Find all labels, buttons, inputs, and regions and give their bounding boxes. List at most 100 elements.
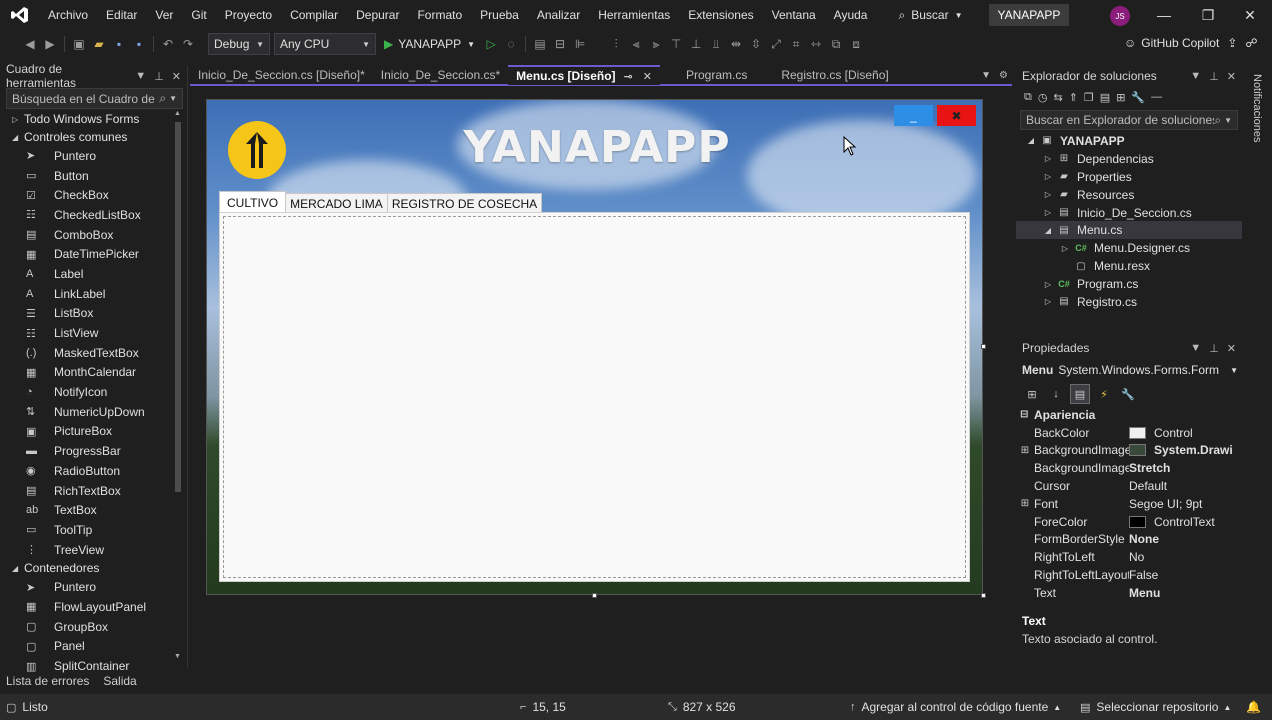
toolbox-scrollbar[interactable]: ▲ ▼ (174, 110, 182, 660)
close-icon[interactable]: ✕ (1227, 342, 1236, 355)
menu-item-ventana[interactable]: Ventana (763, 0, 825, 30)
solution-tree-item[interactable]: ▷ ▰ Properties (1016, 168, 1242, 186)
toolbox-item[interactable]: ➤ Puntero (0, 577, 172, 597)
property-row[interactable]: BackgroundImage Stretch (1016, 459, 1242, 477)
tab-list-dropdown-icon[interactable]: ▼ (981, 70, 991, 81)
bring-to-front-icon[interactable]: ⧉ (826, 34, 846, 54)
close-icon[interactable]: ✕ (172, 70, 181, 83)
bottom-tab[interactable]: Lista de errores (6, 674, 89, 688)
form-preview-menu[interactable]: YANAPAPP _ ✖ CULTIVO MERCADO LIMA REGISTRO… (206, 99, 983, 595)
resize-handle-bottom[interactable] (592, 593, 597, 598)
navigate-forward-icon[interactable]: ▶ (40, 34, 60, 54)
caret-expanded-icon[interactable]: ◢ (12, 564, 24, 573)
caret-collapsed-icon[interactable]: ▷ (1041, 208, 1055, 217)
bottom-tab[interactable]: Salida (103, 674, 136, 688)
toolbox-item[interactable]: ▭ Button (0, 166, 172, 186)
caret-expanded-icon[interactable]: ◢ (12, 133, 24, 142)
toolbox-item[interactable]: ☷ ListView (0, 323, 172, 343)
document-tab[interactable]: Program.cs (678, 65, 755, 85)
pin-icon[interactable]: ⊥ (1209, 342, 1219, 355)
pin-icon[interactable]: ⊸ (624, 70, 633, 83)
caret-collapsed-icon[interactable]: ▷ (1041, 280, 1055, 289)
object-selector-dropdown[interactable]: Menu System.Windows.Forms.Form ▼ (1020, 360, 1238, 380)
collapse-all-icon[interactable]: ⇑ (1069, 91, 1078, 104)
property-value[interactable]: ControlText (1129, 515, 1242, 529)
align-lefts-icon[interactable]: ⫶ (606, 34, 626, 54)
pin-icon[interactable]: ⊥ (1209, 70, 1219, 83)
visual-studio-logo-icon[interactable] (9, 4, 31, 26)
caret-collapsed-icon[interactable]: ▷ (1041, 190, 1055, 199)
filter-icon[interactable]: ⊞ (1116, 91, 1125, 104)
toolbox-item[interactable]: ☷ CheckedListBox (0, 205, 172, 225)
solution-tree-item[interactable]: ▷ ⊞ Dependencias (1016, 150, 1242, 168)
collapse-icon[interactable]: ⊟ (1020, 409, 1034, 420)
solution-tree-item[interactable]: ▷ ▤ Inicio_De_Seccion.cs (1016, 204, 1242, 222)
form-tab-cultivo[interactable]: CULTIVO (219, 191, 287, 213)
undo-icon[interactable]: ↶ (158, 34, 178, 54)
caret-collapsed-icon[interactable]: ▷ (12, 115, 24, 124)
toolbox-item[interactable]: A Label (0, 264, 172, 284)
align-tops-icon[interactable]: ⊤ (666, 34, 686, 54)
caret-expanded-icon[interactable]: ◢ (1041, 226, 1055, 235)
toolbox-item[interactable]: ▣ PictureBox (0, 422, 172, 442)
open-folder-icon[interactable]: ▰ (89, 34, 109, 54)
menu-item-depurar[interactable]: Depurar (347, 0, 408, 30)
toolbox-item[interactable]: ▢ Panel (0, 637, 172, 657)
pin-icon[interactable]: ⊥ (154, 70, 164, 83)
align-middles-icon[interactable]: ⊥ (686, 34, 706, 54)
preview-icon[interactable]: — (1151, 91, 1162, 103)
chevron-down-icon[interactable]: ▼ (1190, 342, 1201, 354)
toolbox-item[interactable]: ◔ NotifyIcon (0, 382, 172, 402)
caret-collapsed-icon[interactable]: ▷ (1041, 297, 1055, 306)
resize-handle-right[interactable] (981, 344, 986, 349)
toolbox-search-input[interactable]: Búsqueda en el Cuadro de h ⌕ ▼ (6, 88, 183, 109)
property-row[interactable]: Cursor Default (1016, 477, 1242, 495)
caret-collapsed-icon[interactable]: ▷ (1058, 244, 1072, 253)
solution-tree-item[interactable]: ▷ C# Menu.Designer.cs (1016, 239, 1242, 257)
search-button[interactable]: ⌕ Buscar ▼ (890, 4, 970, 26)
categorized-icon[interactable]: ⊞ (1022, 384, 1042, 404)
select-repository-button[interactable]: ▤ Seleccionar repositorio ▲ (1080, 694, 1231, 720)
minimize-window-button[interactable]: — (1142, 0, 1186, 30)
alphabetical-icon[interactable]: ↓ (1046, 384, 1066, 404)
user-avatar[interactable]: JS (1110, 6, 1130, 26)
toolbox-item[interactable]: ▦ DateTimePicker (0, 244, 172, 264)
menu-item-archivo[interactable]: Archivo (39, 0, 97, 30)
hot-reload-icon[interactable]: ◌ (501, 34, 521, 54)
share-icon[interactable]: ⇪ (1227, 36, 1237, 50)
menu-item-proyecto[interactable]: Proyecto (216, 0, 281, 30)
scroll-down-icon[interactable]: ▼ (174, 653, 181, 660)
toolbox-group[interactable]: ◢ Contenedores (0, 559, 172, 577)
caret-collapsed-icon[interactable]: ▷ (1041, 172, 1055, 181)
solution-tree-item[interactable]: ◢ ▣ YANAPAPP (1016, 132, 1242, 150)
new-item-icon[interactable]: ▣ (69, 34, 89, 54)
property-value[interactable]: Menu (1129, 586, 1242, 600)
property-row[interactable]: ForeColor ControlText (1016, 513, 1242, 531)
app-logo-icon[interactable] (228, 121, 286, 179)
form-tab-mercado-lima[interactable]: MERCADO LIMA (285, 193, 388, 213)
chevron-down-icon[interactable]: ▼ (135, 70, 146, 82)
property-pages-icon[interactable]: 🔧 (1118, 384, 1138, 404)
menu-item-analizar[interactable]: Analizar (528, 0, 589, 30)
toolbox-item[interactable]: ab TextBox (0, 500, 172, 520)
menu-item-extensiones[interactable]: Extensiones (679, 0, 762, 30)
toolbox-item[interactable]: ◉ RadioButton (0, 461, 172, 481)
copy-icon[interactable]: ❐ (1084, 91, 1094, 104)
toolbox-item[interactable]: ▭ ToolTip (0, 520, 172, 540)
menu-item-git[interactable]: Git (182, 0, 215, 30)
menu-item-compilar[interactable]: Compilar (281, 0, 347, 30)
property-value[interactable]: Control (1129, 426, 1242, 440)
platform-dropdown[interactable]: Any CPU ▼ (274, 33, 376, 55)
show-all-files-icon[interactable]: ▤ (1100, 91, 1110, 104)
property-row[interactable]: ⊞ BackgroundImage System.Drawi (1016, 442, 1242, 460)
resize-handle-corner[interactable] (981, 593, 986, 598)
scroll-up-icon[interactable]: ▲ (174, 110, 181, 117)
solution-tree-item[interactable]: ◢ ▤ Menu.cs (1016, 221, 1242, 240)
chevron-down-icon[interactable]: ▼ (1224, 116, 1232, 125)
toolbox-item[interactable]: (.) MaskedTextBox (0, 343, 172, 363)
property-row[interactable]: BackColor Control (1016, 424, 1242, 442)
toolbox-item[interactable]: ▦ MonthCalendar (0, 363, 172, 383)
properties-view-icon[interactable]: ▤ (1070, 384, 1090, 404)
properties-wrench-icon[interactable]: 🔧 (1131, 91, 1145, 104)
scrollbar-thumb[interactable] (175, 122, 181, 492)
